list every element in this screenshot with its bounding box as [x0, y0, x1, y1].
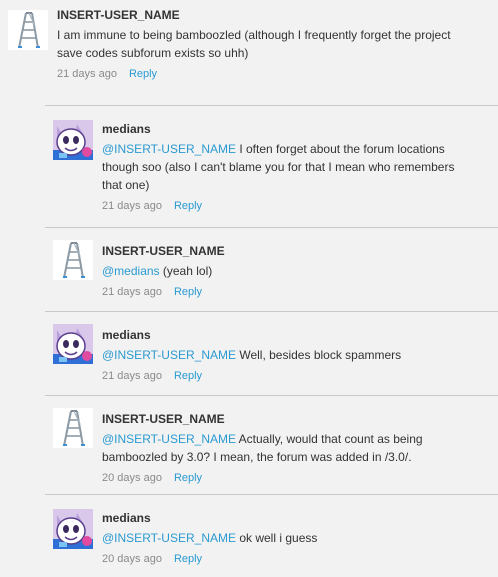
- comment-username[interactable]: INSERT-USER_NAME: [57, 7, 472, 23]
- comment-username[interactable]: INSERT-USER_NAME: [102, 411, 472, 427]
- avatar[interactable]: [53, 120, 93, 160]
- comment-0: INSERT-USER_NAME I am immune to being ba…: [0, 0, 498, 92]
- reply-button[interactable]: Reply: [129, 68, 157, 80]
- comment-text-body: ok well i guess: [236, 531, 318, 545]
- comment-mention[interactable]: @INSERT-USER_NAME: [102, 531, 236, 545]
- comment-body: INSERT-USER_NAME @medians (yeah lol) 21 …: [102, 243, 472, 300]
- comment-time: 21 days ago: [102, 200, 162, 212]
- avatar[interactable]: [53, 240, 93, 280]
- comment-meta: 20 days ago Reply: [102, 470, 472, 486]
- cartoon-cat-avatar: [53, 509, 93, 549]
- comment-mention[interactable]: @INSERT-USER_NAME: [102, 432, 236, 446]
- comment-text: @INSERT-USER_NAME I often forget about t…: [102, 140, 472, 194]
- comment-text: I am immune to being bamboozled (althoug…: [57, 26, 472, 62]
- comment-time: 21 days ago: [102, 370, 162, 382]
- comment-time: 21 days ago: [102, 286, 162, 298]
- comment-mention[interactable]: @INSERT-USER_NAME: [102, 142, 236, 156]
- comment-meta: 21 days ago Reply: [102, 284, 472, 300]
- comment-username[interactable]: medians: [102, 327, 472, 343]
- reply-button[interactable]: Reply: [174, 200, 202, 212]
- comment-username[interactable]: INSERT-USER_NAME: [102, 243, 472, 259]
- comment-time: 21 days ago: [57, 68, 117, 80]
- comment-text-body: Well, besides block spammers: [236, 348, 402, 362]
- comment-time: 20 days ago: [102, 553, 162, 565]
- reply-button[interactable]: Reply: [174, 370, 202, 382]
- reply-button[interactable]: Reply: [174, 472, 202, 484]
- comment-body: medians @INSERT-USER_NAME ok well i gues…: [102, 510, 472, 567]
- ladder-icon: [8, 10, 48, 50]
- reply-button[interactable]: Reply: [174, 553, 202, 565]
- comment-text-body: I am immune to being bamboozled (althoug…: [57, 28, 451, 60]
- comment-time: 20 days ago: [102, 472, 162, 484]
- comment-4: INSERT-USER_NAME @INSERT-USER_NAME Actua…: [45, 395, 498, 495]
- cartoon-cat-avatar: [53, 324, 93, 364]
- comment-username[interactable]: medians: [102, 510, 472, 526]
- cartoon-cat-avatar: [53, 120, 93, 160]
- comment-meta: 21 days ago Reply: [57, 66, 472, 82]
- avatar[interactable]: [8, 10, 48, 50]
- comment-meta: 21 days ago Reply: [102, 198, 472, 214]
- comment-mention[interactable]: @medians: [102, 264, 160, 278]
- comment-body: medians @INSERT-USER_NAME Well, besides …: [102, 327, 472, 384]
- comment-5: medians @INSERT-USER_NAME ok well i gues…: [45, 494, 498, 577]
- comment-3: medians @INSERT-USER_NAME Well, besides …: [45, 311, 498, 395]
- ladder-icon: [53, 408, 93, 448]
- comment-meta: 21 days ago Reply: [102, 368, 472, 384]
- comment-text-body: (yeah lol): [159, 264, 213, 278]
- comment-2: INSERT-USER_NAME @medians (yeah lol) 21 …: [45, 227, 498, 311]
- comment-username[interactable]: medians: [102, 121, 472, 137]
- comment-text: @INSERT-USER_NAME Actually, would that c…: [102, 430, 472, 466]
- reply-button[interactable]: Reply: [174, 286, 202, 298]
- comment-mention[interactable]: @INSERT-USER_NAME: [102, 348, 236, 362]
- comment-body: INSERT-USER_NAME @INSERT-USER_NAME Actua…: [102, 411, 472, 486]
- comment-text: @INSERT-USER_NAME Well, besides block sp…: [102, 346, 472, 364]
- avatar[interactable]: [53, 324, 93, 364]
- comment-text: @INSERT-USER_NAME ok well i guess: [102, 529, 472, 547]
- avatar[interactable]: [53, 408, 93, 448]
- comment-meta: 20 days ago Reply: [102, 551, 472, 567]
- comment-text: @medians (yeah lol): [102, 262, 472, 280]
- comment-body: medians @INSERT-USER_NAME I often forget…: [102, 121, 472, 214]
- comment-body: INSERT-USER_NAME I am immune to being ba…: [57, 7, 472, 82]
- ladder-icon: [53, 240, 93, 280]
- avatar[interactable]: [53, 509, 93, 549]
- comment-1: medians @INSERT-USER_NAME I often forget…: [45, 105, 498, 228]
